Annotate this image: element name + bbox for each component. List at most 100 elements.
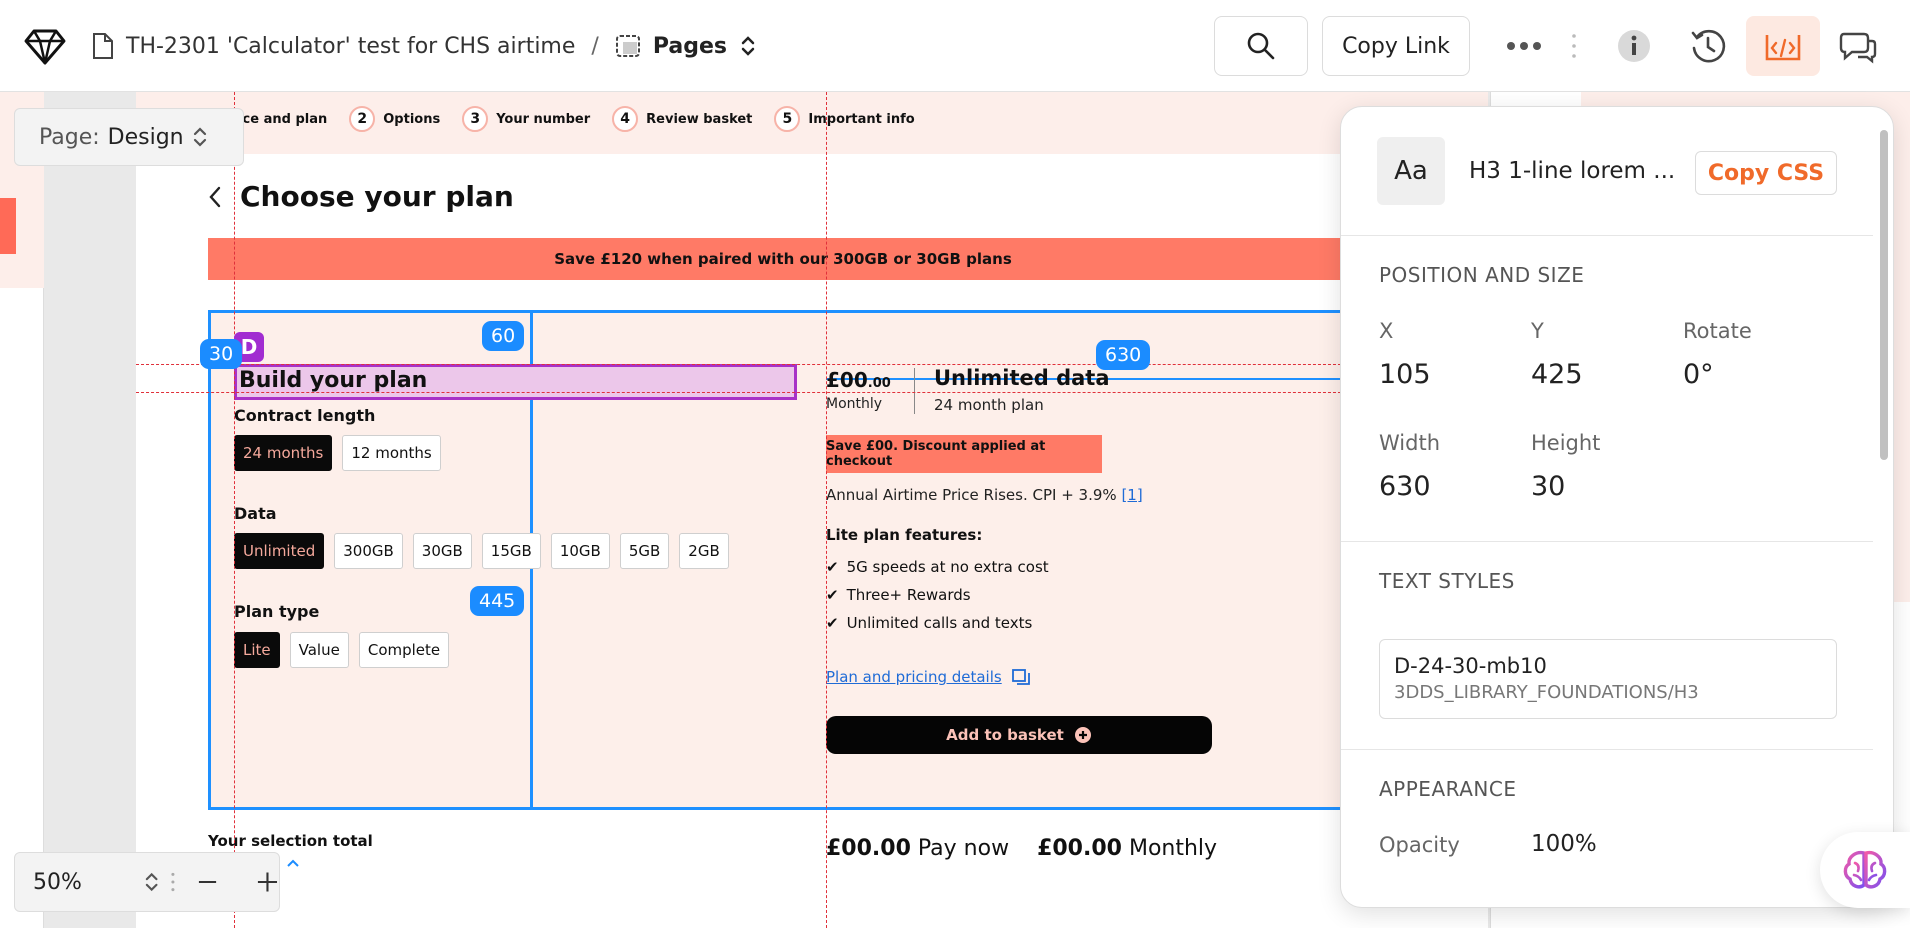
- feature-text: Three+ Rewards: [846, 586, 971, 604]
- search-button[interactable]: [1214, 16, 1308, 76]
- chip-24-months[interactable]: 24 months: [234, 435, 333, 471]
- pages-selector[interactable]: Pages: [653, 34, 727, 59]
- check-icon: ✔: [826, 558, 839, 576]
- chip-5gb[interactable]: 5GB: [619, 533, 670, 569]
- comments-icon: [1839, 32, 1877, 64]
- ai-assistant-button[interactable]: [1820, 832, 1910, 908]
- more-button[interactable]: [1498, 20, 1550, 72]
- history-button[interactable]: [1682, 20, 1734, 72]
- selection-total-label: Your selection total: [208, 832, 373, 850]
- step-2[interactable]: 2 Options: [349, 106, 440, 132]
- rotate-value: 0°: [1683, 359, 1714, 390]
- plan-term: 24 month plan: [934, 396, 1044, 414]
- copy-link-button[interactable]: Copy Link: [1322, 16, 1470, 76]
- position-size-heading: POSITION AND SIZE: [1379, 263, 1585, 287]
- zoom-out-icon[interactable]: [197, 871, 218, 893]
- zoom-in-icon[interactable]: [256, 870, 279, 894]
- guide-line-bottom: [136, 392, 1346, 393]
- step-label: Review basket: [646, 111, 753, 127]
- inspector-scrollbar[interactable]: [1880, 130, 1888, 460]
- chevron-up-icon[interactable]: [286, 858, 300, 868]
- feature-item: ✔ Unlimited calls and texts: [826, 614, 1032, 632]
- contract-length-label: Contract length: [234, 406, 376, 425]
- step-label: Your number: [496, 111, 591, 127]
- promo-banner: Save £120 when paired with our 300GB or …: [208, 238, 1358, 280]
- zoom-value[interactable]: 50%: [33, 870, 100, 895]
- page-selector-value: Design: [107, 124, 184, 150]
- chip-30gb[interactable]: 30GB: [412, 533, 472, 569]
- chevron-updown-icon[interactable]: [144, 870, 159, 894]
- chevron-updown-icon[interactable]: [739, 33, 757, 59]
- file-title[interactable]: TH-2301 'Calculator' test for CHS airtim…: [126, 34, 575, 59]
- chip-2gb[interactable]: 2GB: [679, 533, 729, 569]
- rotate-label: Rotate: [1683, 319, 1752, 343]
- file-icon: [93, 33, 113, 59]
- code-window-icon: [1765, 35, 1801, 61]
- monthly-price: £00.00: [826, 368, 891, 392]
- page-selector[interactable]: Page: Design: [14, 108, 244, 166]
- plan-type-options: Lite Value Complete: [234, 632, 450, 668]
- basket-label: Add to basket: [946, 726, 1064, 744]
- left-gap-badge: 30: [200, 339, 243, 369]
- chip-value[interactable]: Value: [289, 632, 349, 668]
- top-toolbar: TH-2301 'Calculator' test for CHS airtim…: [0, 0, 1910, 92]
- price-divider: [914, 368, 915, 414]
- page-title-text: Choose your plan: [240, 180, 514, 213]
- step-label: Important info: [808, 111, 915, 127]
- breadcrumb: TH-2301 'Calculator' test for CHS airtim…: [92, 28, 757, 64]
- step-4[interactable]: 4 Review basket: [612, 106, 752, 132]
- build-plan-heading[interactable]: Build your plan: [234, 364, 797, 400]
- history-icon: [1691, 29, 1726, 63]
- text-layer-icon: Aa: [1377, 137, 1445, 205]
- monthly-amount: £00.00: [1037, 836, 1122, 861]
- feature-item: ✔ Three+ Rewards: [826, 586, 971, 604]
- chevron-updown-icon: [193, 127, 206, 147]
- discount-badge: Save £00. Discount applied at checkout: [826, 435, 1102, 473]
- left-frame-accent: [0, 198, 16, 254]
- copy-css-button[interactable]: Copy CSS: [1695, 151, 1837, 195]
- chip-complete[interactable]: Complete: [358, 632, 450, 668]
- divider: [1341, 749, 1873, 750]
- info-button[interactable]: [1608, 20, 1660, 72]
- cpi-text: Annual Airtime Price Rises. CPI + 3.9%: [826, 486, 1117, 504]
- chip-300gb[interactable]: 300GB: [334, 533, 403, 569]
- chip-12-months[interactable]: 12 months: [342, 435, 441, 471]
- layer-name: H3 1-line lorem ...: [1469, 158, 1676, 184]
- vertical-dots-icon: [1572, 34, 1576, 58]
- pay-now-amount: £00.00: [826, 836, 911, 861]
- y-value: 425: [1531, 359, 1583, 390]
- text-style-name: D-24-30-mb10: [1394, 654, 1547, 678]
- plan-name: Unlimited data: [934, 366, 1110, 390]
- opacity-value: 100%: [1531, 831, 1597, 857]
- chip-lite[interactable]: Lite: [234, 632, 280, 668]
- check-icon: ✔: [826, 614, 839, 632]
- adjacent-frame-left: [0, 92, 44, 928]
- search-icon: [1247, 32, 1275, 60]
- cpi-note: Annual Airtime Price Rises. CPI + 3.9% […: [826, 486, 1143, 504]
- step-number: 4: [612, 106, 639, 132]
- height-value: 30: [1531, 471, 1566, 502]
- width-badge: 630: [1096, 340, 1151, 370]
- cpi-footnote-link[interactable]: [1]: [1121, 486, 1142, 504]
- app-logo-icon[interactable]: [24, 28, 66, 66]
- chip-unlimited[interactable]: Unlimited: [234, 533, 325, 569]
- guide-line-left: [234, 92, 235, 928]
- plan-details-link[interactable]: Plan and pricing details: [826, 668, 1030, 686]
- text-style-card[interactable]: D-24-30-mb10 3DDS_LIBRARY_FOUNDATIONS/H3: [1379, 639, 1837, 719]
- comments-button[interactable]: [1832, 20, 1884, 72]
- price-main: £00: [826, 368, 868, 392]
- step-5[interactable]: 5 Important info: [774, 106, 915, 132]
- plus-circle-icon: [1074, 727, 1091, 743]
- text-style-path: 3DDS_LIBRARY_FOUNDATIONS/H3: [1394, 682, 1699, 703]
- back-chevron-icon[interactable]: [208, 186, 222, 208]
- external-window-icon: [1011, 669, 1030, 685]
- top-gap-badge: 60: [482, 321, 525, 351]
- dev-mode-button[interactable]: [1746, 16, 1820, 76]
- chip-10gb[interactable]: 10GB: [550, 533, 610, 569]
- plan-type-label: Plan type: [234, 602, 320, 621]
- features-title: Lite plan features:: [826, 526, 983, 544]
- bottom-gap-badge: 445: [470, 586, 525, 616]
- chip-15gb[interactable]: 15GB: [481, 533, 541, 569]
- step-3[interactable]: 3 Your number: [462, 106, 590, 132]
- add-to-basket-button[interactable]: Add to basket: [826, 716, 1212, 754]
